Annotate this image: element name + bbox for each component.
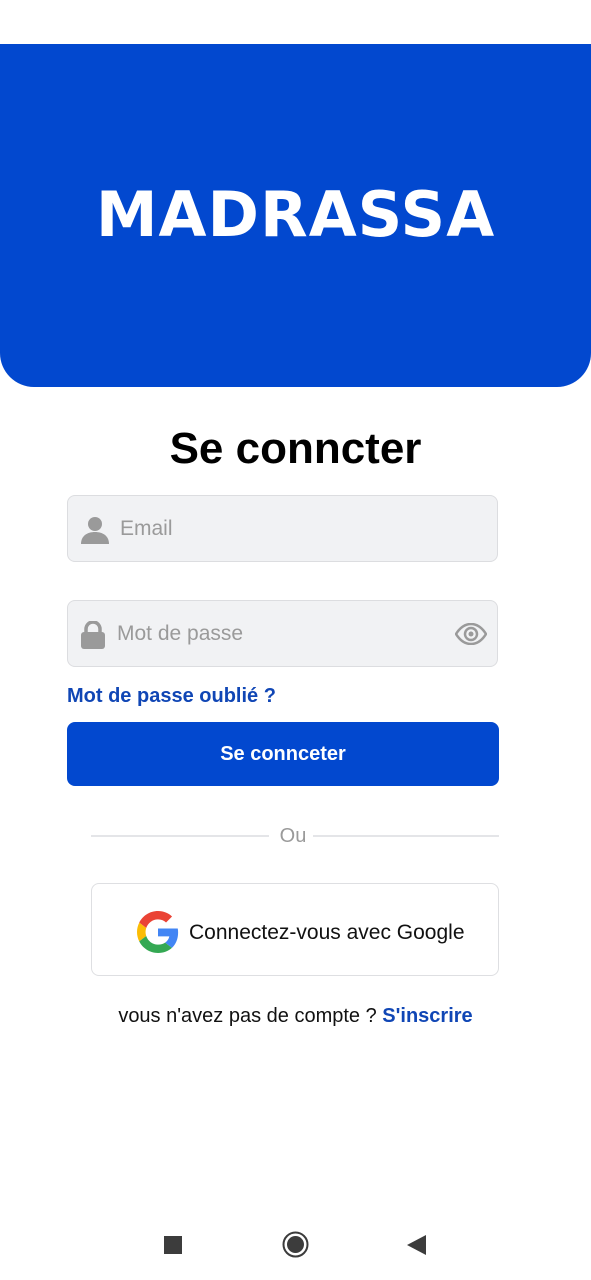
signup-link[interactable]: S'inscrire [382,1005,472,1027]
login-button[interactable]: Se connceter [67,722,499,786]
email-input[interactable] [120,496,480,561]
no-account-text: vous n'avez pas de compte ? [118,1005,377,1027]
app-logo: MADRASSA [95,178,496,251]
password-field[interactable] [67,600,498,667]
back-button[interactable] [407,1235,426,1260]
divider-line-left [91,835,269,837]
forgot-password-link[interactable]: Mot de passe oublié ? [67,683,276,709]
google-signin-button[interactable]: Connectez-vous avec Google [91,883,499,976]
user-icon [81,516,109,549]
divider-label: Ou [279,825,307,847]
email-field[interactable] [67,495,498,562]
password-input[interactable] [117,601,437,666]
google-icon [137,911,179,958]
google-signin-label: Connectez-vous avec Google [189,921,465,944]
home-button[interactable] [282,1231,309,1263]
page-title: Se conncter [169,424,422,473]
recent-apps-button[interactable] [164,1236,182,1259]
signup-prompt: vous n'avez pas de compte ? S'inscrire [0,1003,591,1029]
lock-icon [81,620,105,654]
eye-icon[interactable] [454,622,488,650]
divider-line-right [313,835,499,837]
